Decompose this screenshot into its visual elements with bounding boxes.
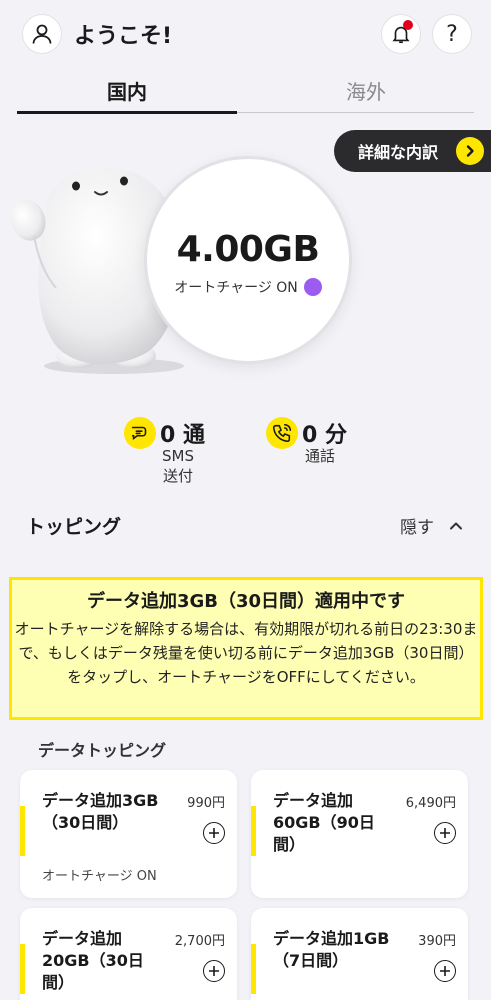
phone-icon (266, 417, 298, 449)
auto-charge-label: オートチャージ ON (174, 280, 298, 296)
add-plus-icon[interactable] (434, 960, 456, 982)
topping-auto-charge-status: オートチャージ ON (42, 869, 157, 884)
tab-overseas[interactable]: 海外 (256, 66, 476, 114)
topping-name: データ追加20GB（30日間） (42, 929, 144, 992)
topping-price: 2,700円 (174, 934, 225, 949)
card-accent-bar (20, 806, 25, 856)
hide-label: 隠す (400, 518, 434, 538)
region-tabs: 国内 海外 (0, 66, 491, 114)
topping-price: 6,490円 (405, 796, 456, 811)
call-minutes: 0 分 (302, 423, 347, 448)
user-icon (32, 24, 52, 44)
topping-card[interactable]: データ追加60GB（90日間） 6,490円 (251, 770, 468, 898)
help-button[interactable]: ? (432, 14, 472, 54)
topping-price: 990円 (187, 796, 225, 811)
welcome-title: ようこそ! (74, 24, 173, 49)
sms-label: SMS 送付 (162, 447, 194, 485)
auto-charge-status: オートチャージ ON (147, 277, 349, 297)
topping-name: データ追加60GB（90日間） (273, 791, 375, 854)
card-accent-bar (20, 944, 25, 994)
add-plus-icon[interactable] (203, 822, 225, 844)
topping-name: データ追加3GB（30日間） (42, 791, 159, 832)
breakdown-label: 詳細な内訳 (358, 143, 439, 162)
topping-card[interactable]: データ追加1GB（7日間） 390円 (251, 908, 468, 1000)
notifications-button[interactable] (381, 14, 421, 54)
add-plus-icon[interactable] (203, 960, 225, 982)
topping-name: データ追加1GB（7日間） (273, 929, 390, 970)
profile-avatar-button[interactable] (22, 14, 62, 54)
sms-count: 0 通 (160, 423, 205, 448)
app-header: ようこそ! ? (0, 0, 491, 66)
add-plus-icon[interactable] (434, 822, 456, 844)
chevron-up-icon (450, 522, 462, 529)
data-balance-circle: 4.00GB オートチャージ ON (144, 156, 352, 364)
data-topping-title: データトッピング (38, 741, 167, 760)
data-amount: 4.00GB (176, 229, 320, 270)
card-accent-bar (251, 944, 256, 994)
status-dot-icon (303, 278, 322, 296)
hide-topping-toggle[interactable]: 隠す (400, 513, 464, 538)
notification-badge (403, 20, 413, 30)
notice-body: オートチャージを解除する場合は、有効期限が切れる前日の23:30まで、もしくはデ… (14, 620, 478, 686)
notice-title: データ追加3GB（30日間）適用中です (86, 591, 406, 612)
question-icon: ? (446, 21, 458, 47)
topping-section-title: トッピング (26, 516, 122, 538)
sms-icon (124, 417, 156, 449)
tab-domestic[interactable]: 国内 (17, 66, 237, 114)
detailed-breakdown-button[interactable]: 詳細な内訳 (334, 130, 491, 172)
active-tab-indicator (17, 111, 237, 114)
chevron-right-icon (456, 137, 484, 165)
card-accent-bar (251, 806, 256, 856)
auto-charge-notice: データ追加3GB（30日間）適用中です オートチャージを解除する場合は、有効期限… (9, 577, 483, 720)
tab-divider (237, 112, 474, 113)
topping-card[interactable]: データ追加20GB（30日間） 2,700円 (20, 908, 237, 1000)
topping-card[interactable]: データ追加3GB（30日間） 990円 オートチャージ ON (20, 770, 237, 898)
topping-price: 390円 (418, 934, 456, 949)
call-label: 通話 (304, 447, 335, 465)
